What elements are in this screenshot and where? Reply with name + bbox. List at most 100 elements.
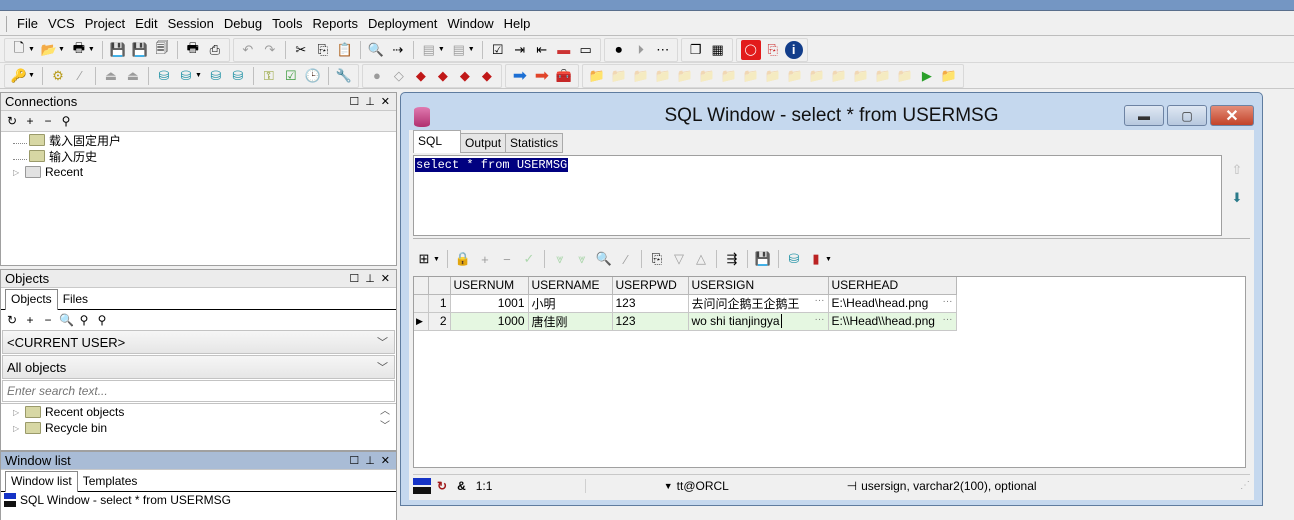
substitution-icon[interactable]: & bbox=[457, 479, 466, 493]
new-sql-dropdown-icon[interactable]: ▼ bbox=[195, 72, 202, 79]
add-icon[interactable]: + bbox=[23, 114, 37, 128]
single-record-view-icon[interactable]: ⇶ bbox=[722, 249, 742, 269]
execute-icon[interactable]: ▤ bbox=[419, 40, 439, 60]
clear-icon[interactable]: ⁄ bbox=[616, 249, 636, 269]
folder-icon[interactable]: 📁 bbox=[851, 66, 871, 86]
float-icon[interactable]: ☐ bbox=[349, 95, 359, 108]
save-icon[interactable]: 💾 bbox=[108, 40, 128, 60]
step-icon[interactable]: ▤ bbox=[449, 40, 469, 60]
folder-config-icon[interactable]: ⚲ bbox=[59, 114, 73, 128]
compile-icon[interactable]: ⚙ bbox=[48, 66, 68, 86]
cell-usernum[interactable]: 1001 bbox=[450, 294, 529, 313]
menu-edit[interactable]: Edit bbox=[130, 16, 162, 31]
new-sql-icon[interactable]: ⛁ bbox=[176, 66, 196, 86]
ellipsis-button[interactable]: ··· bbox=[815, 314, 825, 325]
cell-usersign[interactable]: 去问问企鹅王企鹅王 ··· bbox=[688, 294, 829, 313]
execute-query-icon[interactable]: ⛁ bbox=[206, 66, 226, 86]
delete-record-icon[interactable]: − bbox=[497, 249, 517, 269]
cell-usersign[interactable]: wo shi tianjingya ··· bbox=[688, 312, 829, 331]
tree-item[interactable]: 载入固定用户 bbox=[1, 132, 396, 148]
menu-project[interactable]: Project bbox=[80, 16, 130, 31]
chart-icon[interactable]: ▮ bbox=[806, 249, 826, 269]
cut-icon[interactable]: ✂ bbox=[291, 40, 311, 60]
ellipsis-button[interactable]: ··· bbox=[943, 296, 953, 307]
unindent-icon[interactable]: ⇤ bbox=[532, 40, 552, 60]
book-edit-icon[interactable]: ◆ bbox=[477, 66, 497, 86]
play-macro-icon[interactable]: ⏵ bbox=[631, 40, 651, 60]
menu-tools[interactable]: Tools bbox=[267, 16, 307, 31]
redo-icon[interactable]: ↷ bbox=[260, 40, 280, 60]
undo-icon[interactable]: ↶ bbox=[238, 40, 258, 60]
print-icon[interactable]: 🖶 bbox=[183, 40, 203, 60]
print-setup-icon[interactable]: ⎙ bbox=[205, 40, 225, 60]
window-list-item[interactable]: SQL Window - select * from USERMSG bbox=[1, 492, 396, 508]
column-header-userhead[interactable]: USERHEAD bbox=[828, 277, 957, 295]
scroll-up-icon[interactable]: ︿ bbox=[380, 404, 390, 419]
key-icon[interactable]: ⚿ bbox=[259, 66, 279, 86]
sort-up-icon[interactable]: △ bbox=[691, 249, 711, 269]
test-icon[interactable]: ☑ bbox=[281, 66, 301, 86]
cell-usernum[interactable]: 1000 bbox=[450, 312, 529, 331]
yellow-book-icon[interactable]: ◆ bbox=[433, 66, 453, 86]
import-icon[interactable]: ⏏ bbox=[123, 66, 143, 86]
break-icon[interactable]: ⛁ bbox=[228, 66, 248, 86]
menu-help[interactable]: Help bbox=[499, 16, 536, 31]
object-search-input[interactable] bbox=[2, 380, 395, 402]
folder-config-icon[interactable]: ⚲ bbox=[95, 313, 109, 327]
expand-icon[interactable]: ▷ bbox=[13, 408, 23, 417]
info-icon[interactable]: i bbox=[784, 40, 803, 59]
tab-window-list[interactable]: Window list bbox=[5, 471, 78, 492]
sql-window-icon[interactable]: ⛁ bbox=[154, 66, 174, 86]
new-icon[interactable]: 🗋 bbox=[9, 40, 29, 60]
query-by-example-icon[interactable]: ⎘ bbox=[647, 249, 667, 269]
chart-dropdown-icon[interactable]: ▼ bbox=[825, 256, 832, 263]
ellipsis-button[interactable]: ··· bbox=[815, 295, 825, 306]
folder-icon[interactable]: 📁 bbox=[675, 66, 695, 86]
folder-icon[interactable]: 📁 bbox=[697, 66, 717, 86]
object-filter-select[interactable]: All objects ﹀ bbox=[2, 355, 395, 379]
folder-run-icon[interactable]: ▶ bbox=[917, 66, 937, 86]
folder-icon[interactable]: 📁 bbox=[653, 66, 673, 86]
close-icon[interactable]: ✕ bbox=[381, 454, 390, 467]
arrow-up-icon[interactable]: ⇧ bbox=[1232, 162, 1243, 178]
uncomment-icon[interactable]: ▭ bbox=[576, 40, 596, 60]
folder-icon[interactable]: 📁 bbox=[741, 66, 761, 86]
new-dropdown-icon[interactable]: ▼ bbox=[28, 46, 35, 53]
tile-windows-icon[interactable]: ▦ bbox=[708, 40, 728, 60]
oracle-icon[interactable]: ◯ bbox=[740, 39, 761, 60]
menu-file[interactable]: File bbox=[12, 16, 43, 31]
column-header-usersign[interactable]: USERSIGN bbox=[688, 277, 829, 295]
save-all-icon[interactable]: 🗐 bbox=[152, 40, 172, 60]
tab-output[interactable]: Output bbox=[460, 133, 507, 153]
menu-vcs[interactable]: VCS bbox=[43, 16, 80, 31]
print-dropdown-icon[interactable]: ▼ bbox=[88, 46, 95, 53]
table-row[interactable]: ▶ 2 1000 唐佳刚 123 wo shi tianjingya ··· E:… bbox=[414, 312, 957, 331]
menu-session[interactable]: Session bbox=[163, 16, 219, 31]
paste-icon[interactable]: 📋 bbox=[335, 40, 355, 60]
menu-deployment[interactable]: Deployment bbox=[363, 16, 442, 31]
close-button[interactable]: ✕ bbox=[1210, 105, 1254, 126]
save-as-icon[interactable]: 💾 bbox=[130, 40, 150, 60]
insert-record-icon[interactable]: + bbox=[475, 249, 495, 269]
tab-files[interactable]: Files bbox=[58, 290, 93, 309]
toolbox-icon[interactable]: 🧰 bbox=[554, 66, 574, 86]
cell-userhead[interactable]: E:\\Head\\head.png ··· bbox=[828, 312, 957, 331]
cascade-windows-icon[interactable]: ❐ bbox=[686, 40, 706, 60]
auto-refresh-icon[interactable]: ↻ bbox=[437, 479, 447, 493]
commit-icon[interactable]: ● bbox=[367, 66, 387, 86]
tab-templates[interactable]: Templates bbox=[78, 472, 143, 491]
export-results-icon[interactable]: 💾 bbox=[753, 249, 773, 269]
log-on-dropdown-icon[interactable]: ▼ bbox=[28, 72, 35, 79]
step-dropdown-icon[interactable]: ▼ bbox=[468, 46, 475, 53]
maximize-button[interactable]: ▢ bbox=[1167, 105, 1207, 126]
expand-icon[interactable]: ▷ bbox=[13, 424, 23, 433]
debug-icon[interactable]: ⁄ bbox=[70, 66, 90, 86]
tree-scrollbar[interactable]: ︿ ﹀ bbox=[380, 404, 390, 434]
syntax-check-icon[interactable]: ☑ bbox=[488, 40, 508, 60]
splitter[interactable] bbox=[413, 238, 1250, 239]
pin-icon[interactable]: ⊥ bbox=[365, 95, 375, 108]
tab-sql[interactable]: SQL bbox=[413, 130, 462, 153]
scroll-down-icon[interactable]: ﹀ bbox=[380, 419, 390, 434]
column-header-userpwd[interactable]: USERPWD bbox=[612, 277, 689, 295]
tree-item[interactable]: ▷ Recycle bin bbox=[1, 420, 396, 436]
